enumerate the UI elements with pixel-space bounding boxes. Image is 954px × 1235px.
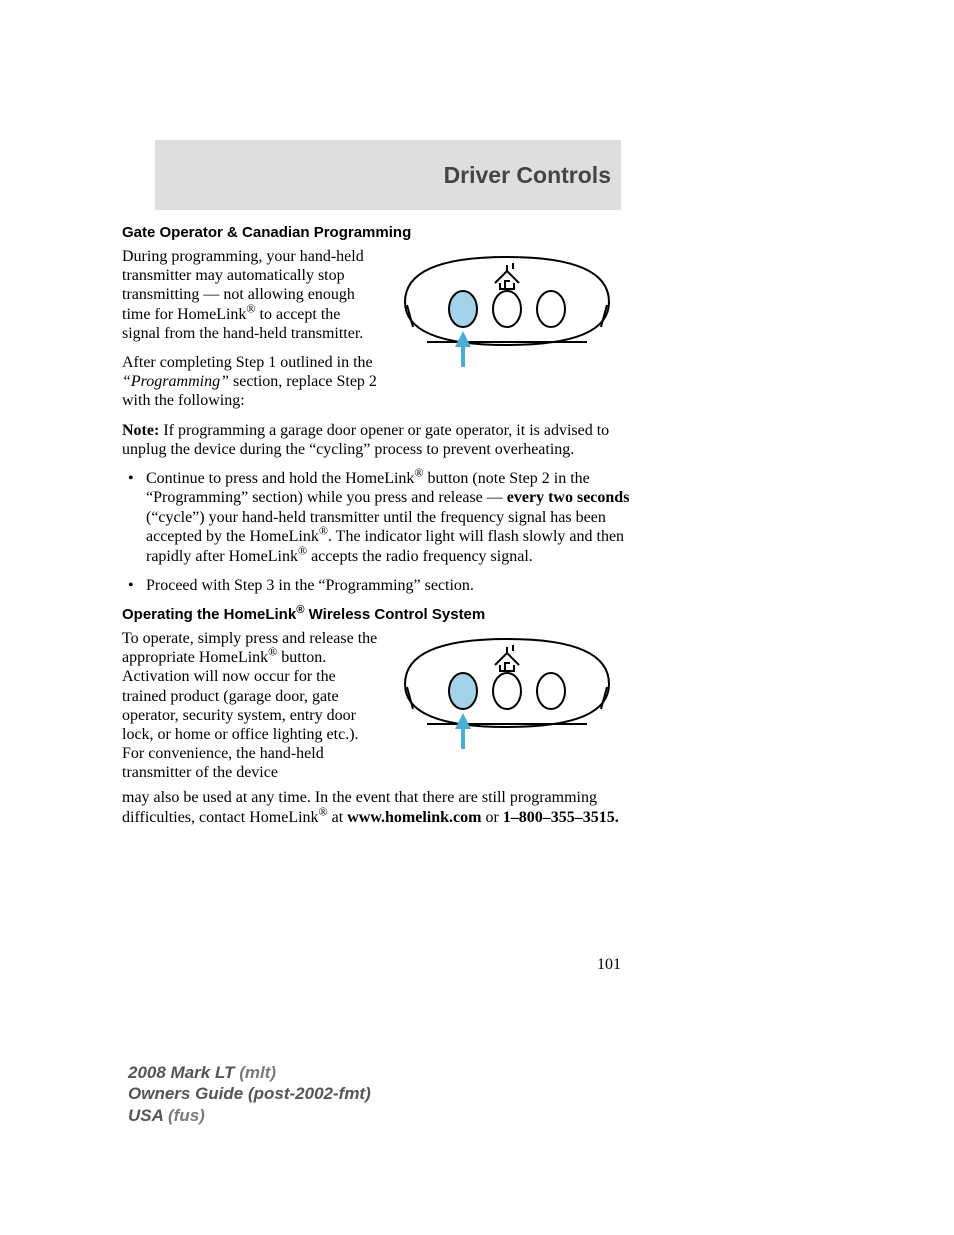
- text-span: Operating the HomeLink: [122, 606, 296, 623]
- para-operating-1: To operate, simply press and release the…: [122, 629, 382, 783]
- para-note: Note: If programming a garage door opene…: [122, 421, 622, 459]
- text-span: To operate, simply press and release the…: [122, 630, 377, 666]
- registered-mark: ®: [268, 645, 277, 659]
- list-item: Proceed with Step 3 in the “Programming”…: [146, 576, 646, 596]
- para-intro-1: During programming, your hand-held trans…: [122, 247, 382, 343]
- text-span: 2008 Mark LT: [128, 1063, 239, 1082]
- text-span: After completing Step 1 outlined in the: [122, 354, 373, 371]
- homelink-phone: 1–800–355–3515.: [503, 809, 619, 826]
- para-operating-2: may also be used at any time. In the eve…: [122, 788, 622, 826]
- footer-block: 2008 Mark LT (mlt) Owners Guide (post-20…: [128, 1062, 371, 1126]
- footer-line-3: USA (fus): [128, 1105, 371, 1126]
- body-content: Gate Operator & Canadian Programming Dur…: [122, 220, 622, 837]
- footer-line-1: 2008 Mark LT (mlt): [128, 1062, 371, 1083]
- homelink-url: www.homelink.com: [347, 809, 481, 826]
- text-italic: “Programming”: [122, 373, 229, 390]
- text-span: or: [481, 809, 502, 826]
- footer-line-2: Owners Guide (post-2002-fmt): [128, 1083, 371, 1104]
- list-item: Continue to press and hold the HomeLink®…: [146, 469, 646, 567]
- text-span: USA: [128, 1106, 168, 1125]
- instruction-list: Continue to press and hold the HomeLink®…: [122, 469, 646, 596]
- para-intro-2: After completing Step 1 outlined in the …: [122, 353, 382, 411]
- homelink-figure-2: [387, 629, 627, 749]
- text-bold: every two seconds: [507, 489, 630, 506]
- registered-mark: ®: [319, 524, 328, 538]
- text-span: Wireless Control System: [304, 606, 485, 623]
- text-span: Continue to press and hold the HomeLink: [146, 470, 414, 487]
- registered-mark: ®: [298, 544, 307, 558]
- page-number: 101: [597, 956, 621, 974]
- registered-mark: ®: [246, 301, 255, 315]
- section-header-bar: Driver Controls: [155, 140, 621, 210]
- text-span: accepts the radio frequency signal.: [307, 548, 533, 565]
- text-span: at: [328, 809, 348, 826]
- homelink-svg-icon: [387, 247, 627, 367]
- registered-mark: ®: [319, 804, 328, 818]
- text-span: button. Activation will now occur for th…: [122, 649, 359, 781]
- text-span: (fus): [168, 1106, 205, 1125]
- section-header-title: Driver Controls: [444, 162, 611, 189]
- homelink-figure-1: [387, 247, 627, 367]
- subheading-gate-operator: Gate Operator & Canadian Programming: [122, 224, 622, 241]
- note-label: Note:: [122, 422, 159, 439]
- owners-guide-page: Driver Controls Gate Operator & Canadian…: [0, 0, 954, 1235]
- text-span: If programming a garage door opener or g…: [122, 422, 609, 458]
- text-span: (mlt): [239, 1063, 276, 1082]
- homelink-svg-icon: [387, 629, 627, 749]
- registered-mark: ®: [414, 466, 423, 480]
- subheading-operating: Operating the HomeLink® Wireless Control…: [122, 606, 622, 623]
